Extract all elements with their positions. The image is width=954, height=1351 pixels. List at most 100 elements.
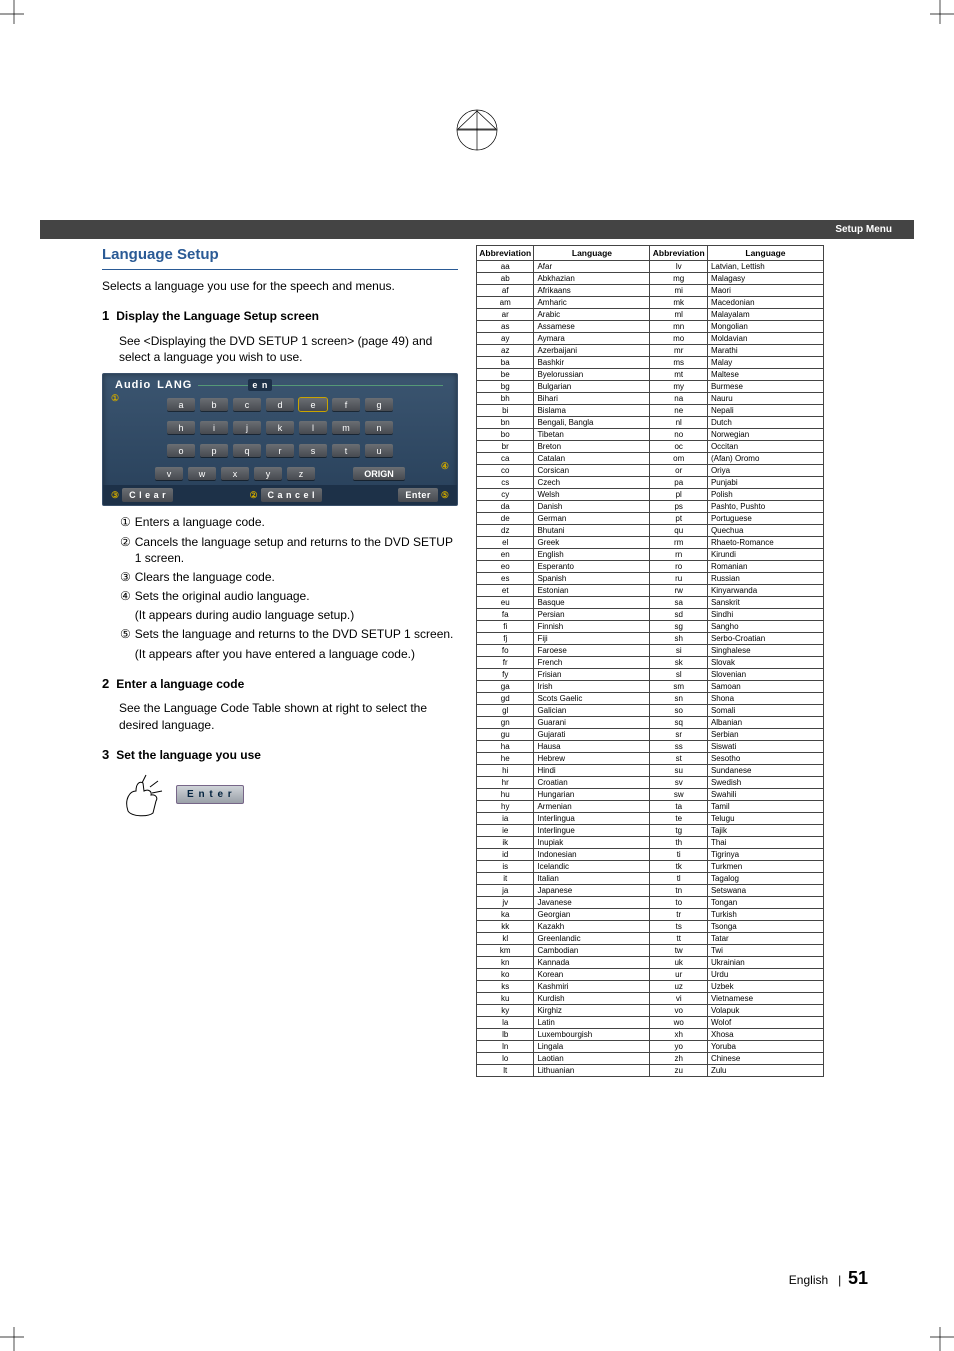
note-5: Sets the language and returns to the DVD… bbox=[135, 626, 454, 642]
abbrev-cell: ik bbox=[477, 837, 534, 849]
lang-cell: Pashto, Pushto bbox=[707, 501, 823, 513]
key-orign[interactable]: ORIGN bbox=[353, 467, 405, 480]
key-k[interactable]: k bbox=[266, 421, 294, 434]
key-p[interactable]: p bbox=[200, 444, 228, 457]
abbrev-cell: it bbox=[477, 873, 534, 885]
key-g[interactable]: g bbox=[365, 398, 393, 411]
lang-cell: Interlingue bbox=[534, 825, 650, 837]
table-row: gnGuaranisqAlbanian bbox=[477, 717, 824, 729]
lang-cell: Indonesian bbox=[534, 849, 650, 861]
lang-cell: Setswana bbox=[707, 885, 823, 897]
key-m[interactable]: m bbox=[332, 421, 360, 434]
language-setup-screen: Audio LANG e n ① abcdefg hijklmn opqrstu… bbox=[102, 373, 458, 506]
lang-cell: Sesotho bbox=[707, 753, 823, 765]
abbrev-cell: gl bbox=[477, 705, 534, 717]
key-z[interactable]: z bbox=[287, 467, 315, 480]
lang-cell: Polish bbox=[707, 489, 823, 501]
table-row: biBislamaneNepali bbox=[477, 405, 824, 417]
table-row: haHausassSiswati bbox=[477, 741, 824, 753]
abbrev-cell: lb bbox=[477, 1029, 534, 1041]
abbrev-cell: ha bbox=[477, 741, 534, 753]
lang-cell: Malagasy bbox=[707, 273, 823, 285]
abbrev-cell: ti bbox=[650, 849, 707, 861]
lang-cell: Spanish bbox=[534, 573, 650, 585]
abbrev-cell: na bbox=[650, 393, 707, 405]
table-row: boTibetannoNorwegian bbox=[477, 429, 824, 441]
lang-cell: German bbox=[534, 513, 650, 525]
key-x[interactable]: x bbox=[221, 467, 249, 480]
table-row: loLaotianzhChinese bbox=[477, 1053, 824, 1065]
key-r[interactable]: r bbox=[266, 444, 294, 457]
enter-action-button[interactable]: E n t e r bbox=[176, 785, 244, 805]
lang-cell: Urdu bbox=[707, 969, 823, 981]
key-t[interactable]: t bbox=[332, 444, 360, 457]
abbrev-cell: ko bbox=[477, 969, 534, 981]
table-row: brBretonocOccitan bbox=[477, 441, 824, 453]
table-row: faPersiansdSindhi bbox=[477, 609, 824, 621]
lang-cell: Kirundi bbox=[707, 549, 823, 561]
abbrev-cell: fr bbox=[477, 657, 534, 669]
key-n[interactable]: n bbox=[365, 421, 393, 434]
abbrev-cell: ml bbox=[650, 309, 707, 321]
abbrev-cell: co bbox=[477, 465, 534, 477]
table-row: iaInterlinguateTelugu bbox=[477, 813, 824, 825]
abbrev-cell: sd bbox=[650, 609, 707, 621]
key-b[interactable]: b bbox=[200, 398, 228, 411]
lang-cell: Croatian bbox=[534, 777, 650, 789]
key-a[interactable]: a bbox=[167, 398, 195, 411]
key-v[interactable]: v bbox=[155, 467, 183, 480]
abbrev-cell: pa bbox=[650, 477, 707, 489]
table-row: huHungarianswSwahili bbox=[477, 789, 824, 801]
key-y[interactable]: y bbox=[254, 467, 282, 480]
lang-cell: Volapuk bbox=[707, 1005, 823, 1017]
table-row: lnLingalayoYoruba bbox=[477, 1041, 824, 1053]
abbrev-cell: yo bbox=[650, 1041, 707, 1053]
enter-button[interactable]: Enter bbox=[398, 488, 438, 502]
lang-cell: Sangho bbox=[707, 621, 823, 633]
abbrev-cell: om bbox=[650, 453, 707, 465]
abbrev-cell: km bbox=[477, 945, 534, 957]
abbrev-cell: cy bbox=[477, 489, 534, 501]
key-o[interactable]: o bbox=[167, 444, 195, 457]
table-row: itItaliantlTagalog bbox=[477, 873, 824, 885]
lang-cell: Persian bbox=[534, 609, 650, 621]
key-e[interactable]: e bbox=[299, 398, 327, 411]
table-row: csCzechpaPunjabi bbox=[477, 477, 824, 489]
table-row: bnBengali, BanglanlDutch bbox=[477, 417, 824, 429]
abbrev-cell: es bbox=[477, 573, 534, 585]
abbrev-cell: rn bbox=[650, 549, 707, 561]
key-j[interactable]: j bbox=[233, 421, 261, 434]
lang-cell: Punjabi bbox=[707, 477, 823, 489]
cancel-button[interactable]: C a n c e l bbox=[261, 488, 323, 502]
lang-cell: Kannada bbox=[534, 957, 650, 969]
abbrev-cell: ga bbox=[477, 681, 534, 693]
table-row: jvJavanesetoTongan bbox=[477, 897, 824, 909]
key-s[interactable]: s bbox=[299, 444, 327, 457]
step-1-title: Display the Language Setup screen bbox=[116, 308, 319, 324]
lang-cell: Shona bbox=[707, 693, 823, 705]
key-h[interactable]: h bbox=[167, 421, 195, 434]
abbrev-cell: ln bbox=[477, 1041, 534, 1053]
key-i[interactable]: i bbox=[200, 421, 228, 434]
lang-cell: Kirghiz bbox=[534, 1005, 650, 1017]
lang-cell: Greek bbox=[534, 537, 650, 549]
abbrev-cell: tt bbox=[650, 933, 707, 945]
key-f[interactable]: f bbox=[332, 398, 360, 411]
abbrev-cell: th bbox=[650, 837, 707, 849]
key-d[interactable]: d bbox=[266, 398, 294, 411]
key-q[interactable]: q bbox=[233, 444, 261, 457]
lang-cell: Chinese bbox=[707, 1053, 823, 1065]
abbrev-cell: qu bbox=[650, 525, 707, 537]
key-c[interactable]: c bbox=[233, 398, 261, 411]
key-l[interactable]: l bbox=[299, 421, 327, 434]
lang-cell: Inupiak bbox=[534, 837, 650, 849]
clear-button[interactable]: C l e a r bbox=[122, 488, 173, 502]
key-u[interactable]: u bbox=[365, 444, 393, 457]
lang-cell: Maori bbox=[707, 285, 823, 297]
lang-cell: Bislama bbox=[534, 405, 650, 417]
key-w[interactable]: w bbox=[188, 467, 216, 480]
abbrev-cell: la bbox=[477, 1017, 534, 1029]
table-row: kkKazakhtsTsonga bbox=[477, 921, 824, 933]
intro-text: Selects a language you use for the speec… bbox=[102, 278, 458, 294]
abbrev-cell: ro bbox=[650, 561, 707, 573]
